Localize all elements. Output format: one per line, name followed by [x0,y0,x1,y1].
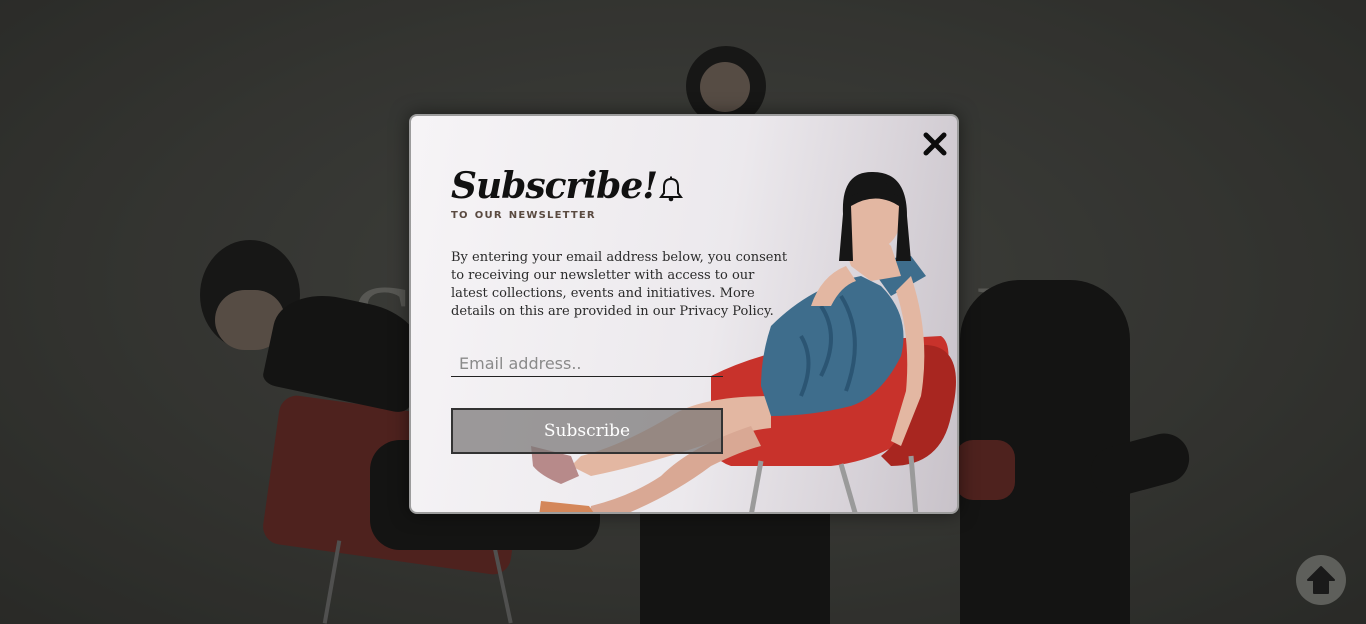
scroll-to-top-button[interactable] [1296,555,1346,605]
close-icon [923,132,947,156]
modal-title: Subscribe! [451,162,684,207]
bell-icon [659,176,684,202]
modal-description: By entering your email address below, yo… [451,250,788,319]
modal-subtitle: to our newsletter [451,206,596,222]
close-button[interactable] [921,130,949,158]
arrow-up-icon [1307,566,1335,594]
email-input[interactable] [451,351,723,377]
newsletter-modal: Subscribe! to our newsletter By entering… [409,114,959,514]
subscribe-button[interactable]: Subscribe [451,408,723,454]
modal-title-text: Subscribe! [451,165,658,207]
